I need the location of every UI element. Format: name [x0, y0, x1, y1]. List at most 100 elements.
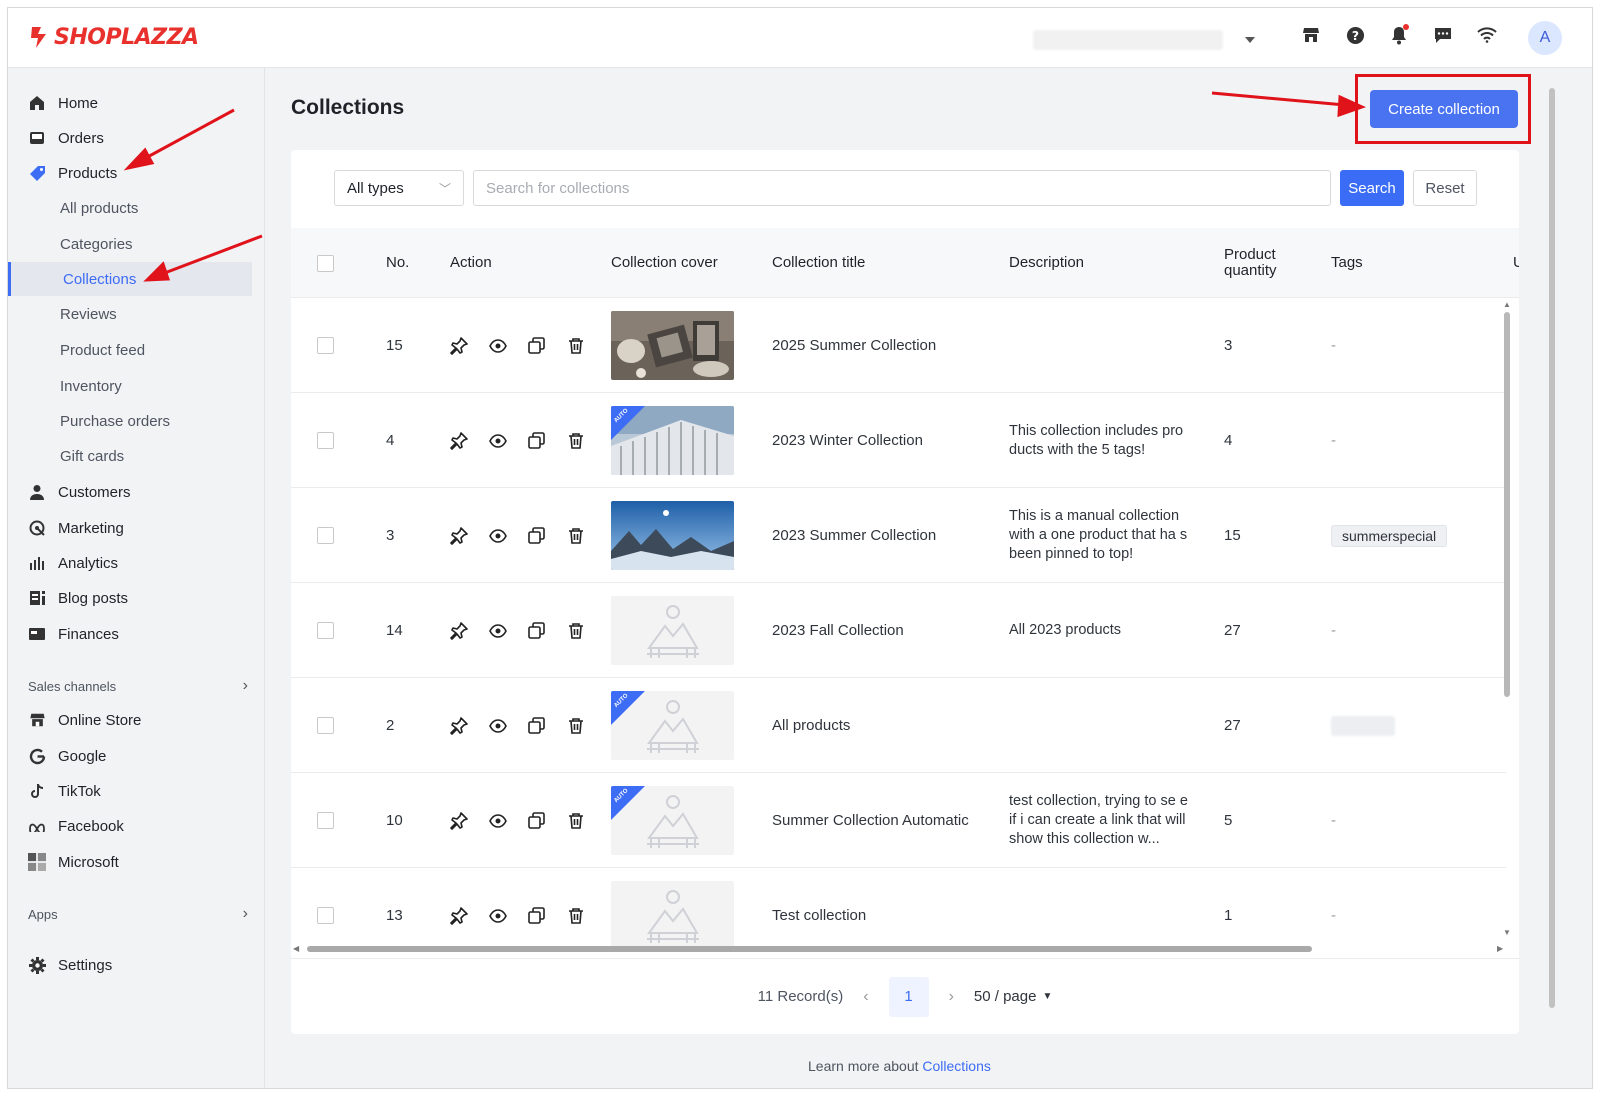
- eye-icon[interactable]: [488, 716, 507, 735]
- table-horizontal-scrollbar[interactable]: ◀ ▶: [293, 944, 1504, 954]
- table-row[interactable]: 4 AUTO 2023 Winter Collection This collecti…: [291, 393, 1506, 488]
- learn-more-link[interactable]: Collections: [922, 1058, 990, 1074]
- store-icon[interactable]: [1298, 22, 1324, 48]
- bell-icon[interactable]: [1386, 22, 1412, 48]
- sidebar-item-online-store[interactable]: Online Store: [28, 703, 141, 737]
- row-checkbox[interactable]: [317, 527, 334, 544]
- sidebar-item-settings[interactable]: Settings: [28, 948, 112, 982]
- row-checkbox[interactable]: [317, 907, 334, 924]
- reset-button[interactable]: Reset: [1413, 170, 1477, 206]
- eye-icon[interactable]: [488, 621, 507, 640]
- trash-icon[interactable]: [566, 526, 585, 545]
- collection-cover-image[interactable]: [611, 311, 734, 380]
- next-page-icon[interactable]: ›: [949, 988, 954, 1006]
- sidebar-subitem-gift-cards[interactable]: Gift cards: [60, 439, 124, 473]
- pin-icon[interactable]: [449, 621, 468, 640]
- collection-title[interactable]: All products: [772, 678, 850, 773]
- pin-icon[interactable]: [449, 716, 468, 735]
- sidebar-subitem-all-products[interactable]: All products: [60, 191, 138, 225]
- sidebar-subitem-purchase-orders[interactable]: Purchase orders: [60, 404, 170, 438]
- sidebar-item-finances[interactable]: Finances: [28, 617, 119, 651]
- current-page[interactable]: 1: [888, 976, 929, 1017]
- collection-cover-image[interactable]: AUTO: [611, 406, 734, 475]
- eye-icon[interactable]: [488, 431, 507, 450]
- table-row[interactable]: 10 AUTO Summer Collection Automatic test co…: [291, 773, 1506, 868]
- cover-placeholder-image[interactable]: AUTO: [611, 786, 734, 855]
- trash-icon[interactable]: [566, 716, 585, 735]
- row-checkbox[interactable]: [317, 432, 334, 449]
- sidebar-item-analytics[interactable]: Analytics: [28, 546, 118, 580]
- pin-icon[interactable]: [449, 336, 468, 355]
- collection-cover-image[interactable]: [611, 501, 734, 570]
- copy-icon[interactable]: [527, 906, 546, 925]
- sidebar-subitem-reviews[interactable]: Reviews: [60, 297, 117, 331]
- sidebar-item-facebook[interactable]: Facebook: [28, 809, 124, 843]
- collection-title[interactable]: 2023 Summer Collection: [772, 488, 936, 583]
- copy-icon[interactable]: [527, 716, 546, 735]
- trash-icon[interactable]: [566, 906, 585, 925]
- pin-icon[interactable]: [449, 906, 468, 925]
- row-checkbox[interactable]: [317, 337, 334, 354]
- search-button[interactable]: Search: [1340, 170, 1404, 206]
- prev-page-icon[interactable]: ‹: [863, 988, 868, 1006]
- collection-title[interactable]: 2023 Winter Collection: [772, 393, 923, 488]
- trash-icon[interactable]: [566, 811, 585, 830]
- scroll-right-arrow-icon[interactable]: ▶: [1497, 944, 1503, 953]
- trash-icon[interactable]: [566, 336, 585, 355]
- sidebar-item-home[interactable]: Home: [28, 86, 98, 120]
- cover-placeholder-image[interactable]: AUTO: [611, 691, 734, 760]
- chat-icon[interactable]: [1430, 22, 1456, 48]
- trash-icon[interactable]: [566, 621, 585, 640]
- type-select[interactable]: All types ﹀: [334, 170, 464, 206]
- copy-icon[interactable]: [527, 431, 546, 450]
- per-page-select[interactable]: 50 / page ▼: [974, 988, 1052, 1005]
- sidebar-subitem-collections[interactable]: Collections: [8, 262, 252, 296]
- copy-icon[interactable]: [527, 811, 546, 830]
- apps-header[interactable]: Apps ›: [28, 904, 248, 924]
- shoplazza-logo[interactable]: SHOPLAZZA: [28, 24, 199, 50]
- user-avatar[interactable]: A: [1528, 21, 1562, 55]
- table-row[interactable]: 15 2025 Summer Collection 3 -: [291, 298, 1506, 393]
- cover-placeholder-image[interactable]: [611, 881, 734, 948]
- cover-placeholder-image[interactable]: [611, 596, 734, 665]
- pin-icon[interactable]: [449, 811, 468, 830]
- sidebar-subitem-product-feed[interactable]: Product feed: [60, 333, 145, 367]
- table-horizontal-scroll-thumb[interactable]: [307, 946, 1312, 952]
- table-row[interactable]: 2 AUTO All products 27: [291, 678, 1506, 773]
- copy-icon[interactable]: [527, 621, 546, 640]
- table-vertical-scroll-thumb[interactable]: [1504, 312, 1510, 697]
- copy-icon[interactable]: [527, 336, 546, 355]
- eye-icon[interactable]: [488, 336, 507, 355]
- sidebar-item-products[interactable]: Products: [28, 156, 117, 190]
- row-checkbox[interactable]: [317, 622, 334, 639]
- collection-title[interactable]: Summer Collection Automatic: [772, 773, 969, 868]
- sidebar-item-marketing[interactable]: Marketing: [28, 511, 124, 545]
- pin-icon[interactable]: [449, 526, 468, 545]
- help-icon[interactable]: ?: [1342, 22, 1368, 48]
- search-input[interactable]: [473, 170, 1331, 206]
- copy-icon[interactable]: [527, 526, 546, 545]
- eye-icon[interactable]: [488, 526, 507, 545]
- table-row[interactable]: 14 2023 Fall Collection All 2023 products 2…: [291, 583, 1506, 678]
- sidebar-item-tiktok[interactable]: TikTok: [28, 774, 101, 808]
- collection-title[interactable]: 2023 Fall Collection: [772, 583, 904, 678]
- scroll-down-arrow-icon[interactable]: ▼: [1503, 928, 1511, 937]
- table-row[interactable]: 13 Test collection 1 -: [291, 868, 1506, 948]
- sidebar-item-orders[interactable]: Orders: [28, 121, 104, 155]
- sidebar-item-google[interactable]: Google: [28, 739, 106, 773]
- sidebar-subitem-inventory[interactable]: Inventory: [60, 369, 122, 403]
- scroll-left-arrow-icon[interactable]: ◀: [293, 944, 299, 953]
- row-checkbox[interactable]: [317, 717, 334, 734]
- trash-icon[interactable]: [566, 431, 585, 450]
- scroll-up-arrow-icon[interactable]: ▲: [1503, 300, 1511, 309]
- table-vertical-scrollbar[interactable]: ▲ ▼: [1503, 300, 1511, 940]
- sales-channels-header[interactable]: Sales channels ›: [28, 676, 248, 696]
- page-scroll-thumb[interactable]: [1549, 88, 1555, 1008]
- wifi-icon[interactable]: [1474, 22, 1500, 48]
- eye-icon[interactable]: [488, 906, 507, 925]
- select-all-checkbox[interactable]: [317, 254, 334, 272]
- sidebar-item-blog-posts[interactable]: Blog posts: [28, 581, 128, 615]
- row-checkbox[interactable]: [317, 812, 334, 829]
- sidebar-subitem-categories[interactable]: Categories: [60, 227, 133, 261]
- sidebar-item-microsoft[interactable]: Microsoft: [28, 845, 119, 879]
